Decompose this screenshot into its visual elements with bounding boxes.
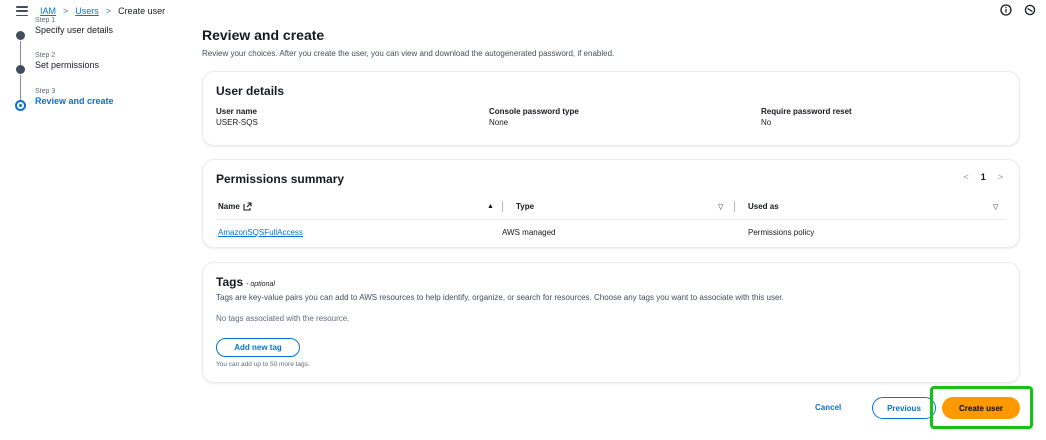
step-3: Step 3 Review and create bbox=[15, 87, 186, 123]
step-indicator-icon bbox=[16, 65, 25, 74]
permissions-summary-title: Permissions summary bbox=[216, 172, 345, 186]
breadcrumb-iam[interactable]: IAM bbox=[40, 6, 56, 16]
user-details-title: User details bbox=[216, 84, 285, 98]
step-indicator-icon bbox=[16, 31, 25, 40]
step-2[interactable]: Step 2 Set permissions bbox=[16, 51, 186, 102]
tags-title-text: Tags bbox=[216, 275, 244, 289]
step-number: Step 2 bbox=[35, 52, 56, 59]
tags-title: Tags - optional bbox=[216, 275, 275, 289]
add-new-tag-button[interactable]: Add new tag bbox=[216, 338, 300, 357]
wizard-steps: Step 1 Specify user details Step 2 Set p… bbox=[15, 17, 186, 123]
step-label: Review and create bbox=[35, 96, 114, 106]
policy-link[interactable]: AmazonSQSFullAccess bbox=[218, 228, 303, 237]
step-1[interactable]: Step 1 Specify user details bbox=[16, 16, 186, 71]
previous-page-icon[interactable]: < bbox=[963, 172, 968, 182]
optional-label: - optional bbox=[246, 281, 275, 288]
column-header-used-as[interactable]: Used as bbox=[748, 202, 779, 211]
require-password-reset-field: Require password reset No bbox=[761, 107, 852, 129]
column-header-label: Type bbox=[516, 202, 535, 211]
next-page-icon[interactable]: > bbox=[998, 172, 1003, 182]
column-header-type[interactable]: Type bbox=[516, 202, 534, 211]
tags-description: Tags are key-value pairs you can add to … bbox=[216, 293, 784, 302]
column-header-name[interactable]: Name bbox=[218, 202, 252, 211]
console-password-type-field: Console password type None bbox=[489, 107, 579, 129]
menu-icon[interactable] bbox=[16, 6, 28, 16]
cancel-button[interactable]: Cancel bbox=[815, 403, 841, 412]
user-name-field: User name USER-SQS bbox=[216, 107, 258, 129]
column-header-label: Name bbox=[218, 202, 240, 211]
field-value: No bbox=[761, 118, 772, 127]
policy-type: AWS managed bbox=[502, 228, 556, 237]
settings-icon[interactable] bbox=[1024, 4, 1036, 16]
field-label: User name bbox=[216, 107, 257, 116]
sort-icon[interactable]: ▽ bbox=[993, 203, 998, 211]
column-header-label: Used as bbox=[748, 202, 779, 211]
pagination: < 1 > bbox=[963, 172, 1003, 182]
page-title: Review and create bbox=[202, 27, 325, 43]
user-details-panel: User details User name USER-SQS Console … bbox=[202, 71, 1020, 146]
info-icon[interactable] bbox=[1000, 4, 1012, 16]
sort-ascending-icon[interactable]: ▲ bbox=[487, 203, 494, 210]
field-label: Require password reset bbox=[761, 107, 852, 116]
breadcrumb-separator: > bbox=[63, 6, 69, 16]
page-number[interactable]: 1 bbox=[981, 172, 986, 182]
empty-tags-message: No tags associated with the resource. bbox=[216, 314, 350, 323]
tags-panel: Tags - optional Tags are key-value pairs … bbox=[202, 262, 1020, 383]
step-label: Specify user details bbox=[35, 25, 114, 35]
breadcrumb: IAM > Users > Create user bbox=[40, 6, 165, 16]
breadcrumb-separator: > bbox=[105, 6, 112, 16]
sort-icon[interactable]: ▽ bbox=[718, 203, 723, 211]
previous-button[interactable]: Previous bbox=[872, 397, 936, 419]
field-value: USER-SQS bbox=[216, 118, 258, 127]
breadcrumb-users[interactable]: Users bbox=[75, 6, 99, 16]
step-label: Set permissions bbox=[35, 60, 100, 70]
breadcrumb-current: Create user bbox=[118, 6, 166, 16]
step-number: Step 3 bbox=[35, 88, 56, 95]
column-divider bbox=[502, 201, 503, 212]
tags-limit-hint: You can add up to 50 more tags. bbox=[216, 361, 310, 368]
page-description: Review your choices. After you create th… bbox=[202, 49, 615, 58]
create-user-button[interactable]: Create user bbox=[942, 397, 1020, 419]
step-number: Step 1 bbox=[35, 17, 56, 24]
field-value: None bbox=[489, 118, 509, 127]
column-divider bbox=[734, 201, 735, 212]
table-divider bbox=[216, 219, 1006, 220]
policy-used-as: Permissions policy bbox=[748, 228, 815, 237]
field-label: Console password type bbox=[489, 107, 579, 116]
external-link-icon bbox=[243, 202, 252, 211]
current-step-icon bbox=[15, 100, 26, 111]
permissions-summary-panel: Permissions summary < 1 > Name ▲ Type ▽ … bbox=[202, 159, 1020, 248]
